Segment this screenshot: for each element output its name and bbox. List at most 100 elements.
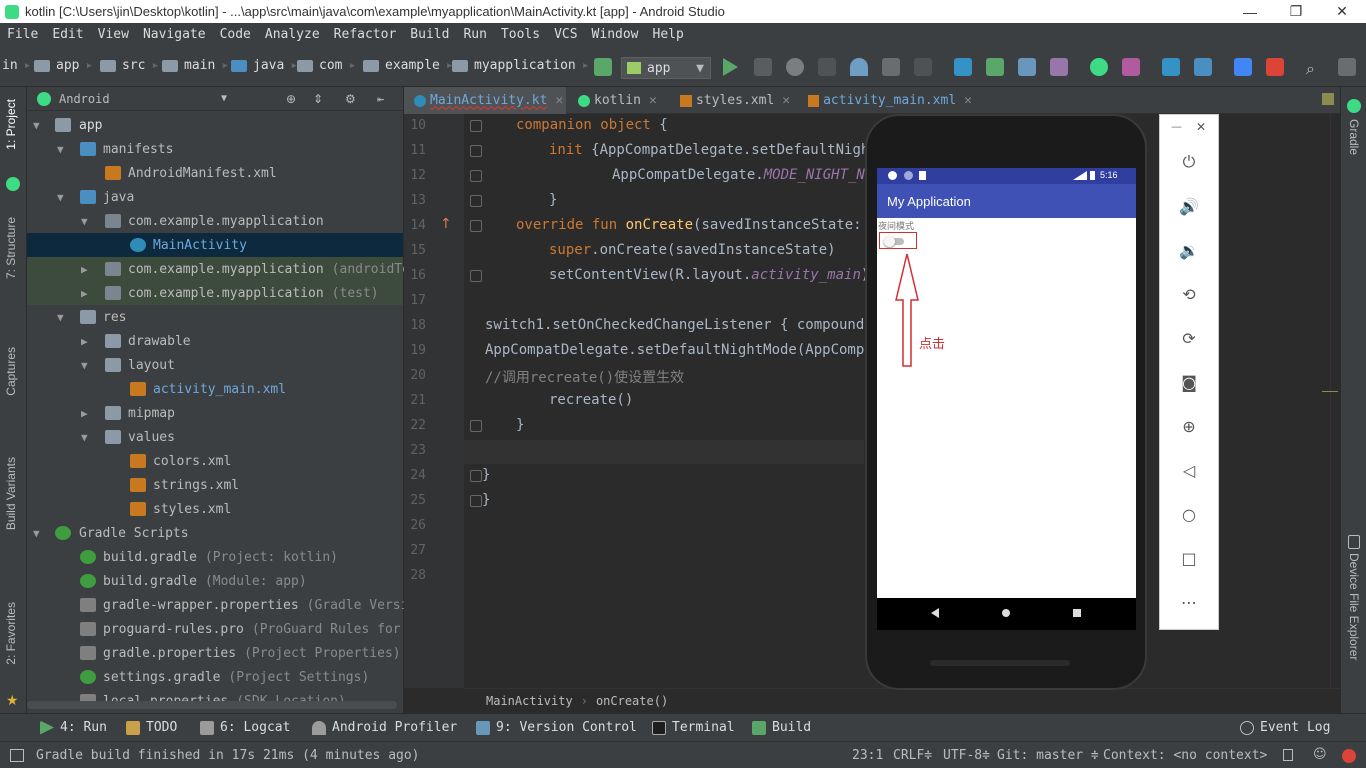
- tree-item-res[interactable]: ▼ res: [27, 305, 403, 329]
- camera-icon[interactable]: ◙: [1178, 371, 1200, 393]
- close-button[interactable]: ✕: [1319, 0, 1365, 23]
- tree-item-proguard[interactable]: proguard-rules.pro (ProGuard Rules for ap…: [27, 617, 440, 641]
- menu-file[interactable]: File: [0, 27, 45, 42]
- tree-item-androidmanifest[interactable]: AndroidManifest.xml: [27, 161, 403, 185]
- stop-icon[interactable]: [914, 58, 932, 76]
- breadcrumb-class[interactable]: MainActivity: [486, 694, 573, 708]
- sync-gradle-icon[interactable]: [1090, 58, 1108, 76]
- fold-marker[interactable]: [470, 195, 482, 207]
- tab-activity-main-xml[interactable]: activity_main.xml ✕: [802, 87, 972, 114]
- run-config-select[interactable]: app ▼: [621, 57, 711, 79]
- fold-marker[interactable]: [470, 170, 482, 182]
- power-icon[interactable]: ⏻: [1178, 151, 1200, 173]
- close-tab-icon[interactable]: ✕: [555, 93, 563, 108]
- layout-inspector-icon[interactable]: [1338, 58, 1356, 76]
- fold-marker[interactable]: [470, 145, 482, 157]
- tab-mainactivity-kt[interactable]: MainActivity.kt ✕: [404, 87, 566, 114]
- nav-crumb-example[interactable]: example ▸: [363, 58, 454, 73]
- menu-navigate[interactable]: Navigate: [136, 27, 213, 42]
- fold-marker[interactable]: [470, 495, 482, 507]
- apply-changes-icon[interactable]: [754, 58, 772, 76]
- override-method-icon[interactable]: ↑: [440, 216, 452, 232]
- file-encoding[interactable]: UTF-8≑: [943, 748, 990, 763]
- minimize-button[interactable]: —: [1227, 0, 1273, 23]
- tree-item-package-main[interactable]: ▼ com.example.myapplication: [27, 209, 403, 233]
- back-icon[interactable]: ◁: [1178, 459, 1200, 481]
- tree-item-app[interactable]: ▼ app: [27, 113, 403, 137]
- hide-icon[interactable]: ⇤: [377, 92, 384, 106]
- git-branch[interactable]: Git: master ≑: [997, 748, 1099, 763]
- project-structure-icon[interactable]: [1194, 58, 1212, 76]
- menu-vcs[interactable]: VCS: [547, 27, 584, 42]
- volume-up-icon[interactable]: 🔊: [1178, 195, 1200, 217]
- nav-crumb-myapplication[interactable]: myapplication ▸: [452, 58, 590, 73]
- debug-icon[interactable]: [786, 58, 804, 76]
- profile-icon[interactable]: [850, 58, 868, 76]
- fold-marker[interactable]: [470, 270, 482, 282]
- vcs-update-icon[interactable]: [986, 58, 1004, 76]
- fold-marker[interactable]: [470, 420, 482, 432]
- status-message[interactable]: Gradle build finished in 17s 21ms (4 min…: [36, 748, 420, 763]
- tool-run[interactable]: 4: Run: [40, 720, 107, 735]
- menu-window[interactable]: Window: [585, 27, 646, 42]
- chevron-down-icon[interactable]: ▼: [221, 93, 227, 104]
- tree-item-mipmap[interactable]: ▶ mipmap: [27, 401, 403, 425]
- line-separator[interactable]: CRLF≑: [893, 748, 932, 763]
- menu-analyze[interactable]: Analyze: [258, 27, 327, 42]
- editor-vertical-scrollbar[interactable]: [1330, 114, 1340, 688]
- menu-build[interactable]: Build: [403, 27, 456, 42]
- maximize-button[interactable]: ❐: [1273, 0, 1319, 23]
- tool-todo[interactable]: TODO: [126, 720, 177, 735]
- nav-crumb-in[interactable]: in ▸: [2, 58, 31, 73]
- attach-debugger-icon[interactable]: [818, 58, 836, 76]
- tab-gradle[interactable]: Gradle: [1347, 119, 1361, 155]
- lock-icon[interactable]: [1283, 749, 1293, 761]
- tool-android-profiler[interactable]: Android Profiler: [312, 720, 457, 735]
- emulator-minimize-button[interactable]: —: [1171, 120, 1182, 133]
- vcs-commit-icon[interactable]: [1018, 58, 1036, 76]
- tab-structure[interactable]: 7: Structure: [4, 217, 18, 279]
- nav-crumb-src[interactable]: src ▸: [100, 58, 159, 73]
- tool-terminal[interactable]: Terminal: [652, 720, 735, 735]
- menu-run[interactable]: Run: [456, 27, 493, 42]
- tree-item-styles-xml[interactable]: styles.xml: [27, 497, 403, 521]
- tab-build-variants[interactable]: Build Variants: [4, 457, 18, 530]
- nav-crumb-main[interactable]: main ▸: [162, 58, 229, 73]
- close-tab-icon[interactable]: ✕: [782, 93, 790, 108]
- project-view-select[interactable]: Android: [59, 92, 110, 106]
- tree-item-manifests[interactable]: ▼ manifests: [27, 137, 403, 161]
- menu-code[interactable]: Code: [213, 27, 258, 42]
- make-project-hammer-icon[interactable]: [594, 58, 612, 76]
- tree-item-activity-main-xml[interactable]: activity_main.xml: [27, 377, 403, 401]
- nav-crumb-com[interactable]: com ▸: [297, 58, 356, 73]
- google-translate-icon[interactable]: [1266, 58, 1284, 76]
- home-icon[interactable]: ○: [1178, 503, 1200, 525]
- tree-item-gradle-wrapper[interactable]: gradle-wrapper.properties (Gradle Version…: [27, 593, 432, 617]
- more-icon[interactable]: ⋯: [1178, 591, 1200, 613]
- menu-tools[interactable]: Tools: [494, 27, 547, 42]
- fold-marker[interactable]: [470, 220, 482, 232]
- tree-item-mainactivity[interactable]: MainActivity: [27, 233, 403, 257]
- tool-build[interactable]: Build: [752, 720, 811, 735]
- emulator-close-button[interactable]: ✕: [1196, 120, 1206, 134]
- menu-help[interactable]: Help: [646, 27, 691, 42]
- tab-kotlin[interactable]: kotlin ✕: [572, 87, 668, 114]
- nav-crumb-app[interactable]: app ▸: [34, 58, 93, 73]
- tree-item-settings-gradle[interactable]: settings.gradle (Project Settings): [27, 665, 403, 689]
- tab-project[interactable]: 1: Project: [4, 99, 18, 150]
- tab-captures[interactable]: Captures: [4, 347, 18, 396]
- tree-item-build-gradle-module[interactable]: build.gradle (Module: app): [27, 569, 403, 593]
- tree-item-package-test[interactable]: ▶ com.example.myapplication (test): [27, 281, 403, 305]
- close-tab-icon[interactable]: ✕: [964, 93, 972, 108]
- breadcrumb-method[interactable]: onCreate(): [596, 694, 668, 708]
- tree-item-drawable[interactable]: ▶ drawable: [27, 329, 403, 353]
- fold-marker[interactable]: [470, 120, 482, 132]
- avd-manager-icon[interactable]: [1122, 58, 1140, 76]
- back-nav-icon[interactable]: [931, 608, 939, 618]
- locate-icon[interactable]: ⊕: [286, 92, 296, 106]
- home-nav-icon[interactable]: [1002, 609, 1010, 617]
- apply-code-changes-icon[interactable]: [882, 58, 900, 76]
- rotate-right-icon[interactable]: ⟳: [1178, 327, 1200, 349]
- sync-project-icon[interactable]: [954, 58, 972, 76]
- tab-favorites[interactable]: 2: Favorites: [4, 602, 18, 665]
